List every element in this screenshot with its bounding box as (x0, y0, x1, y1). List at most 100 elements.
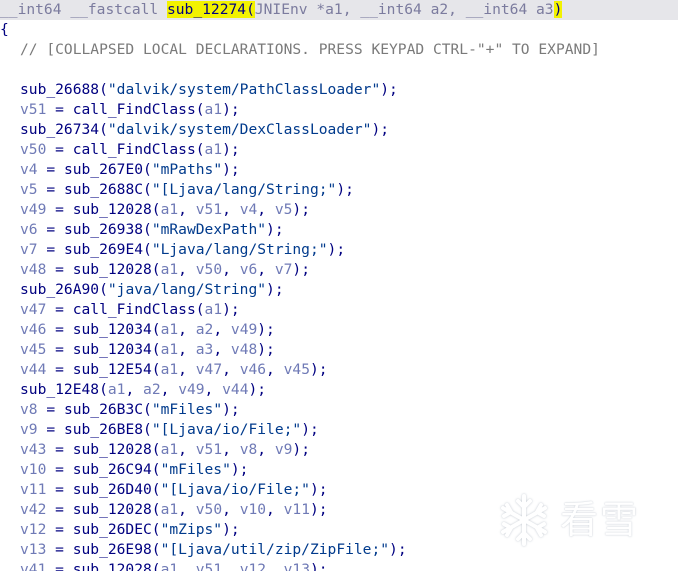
code-line[interactable]: sub_26A90("java/lang/String"); (0, 280, 284, 300)
function-call[interactable]: sub_26734 (20, 121, 99, 138)
variable[interactable]: v50 (20, 141, 46, 158)
function-call[interactable]: sub_12034 (73, 321, 152, 338)
variable[interactable]: v8 (20, 401, 38, 418)
function-call[interactable]: sub_12028 (73, 441, 152, 458)
function-name-highlighted[interactable]: sub_12274 (166, 1, 247, 18)
function-call[interactable]: sub_2688C (64, 181, 143, 198)
variable[interactable]: v11 (20, 481, 46, 498)
variable[interactable]: v11 (284, 501, 310, 518)
variable[interactable]: v4 (240, 201, 258, 218)
function-call[interactable]: call_FindClass (73, 141, 196, 158)
variable[interactable]: a3 (196, 341, 214, 358)
function-call[interactable]: sub_12028 (73, 561, 152, 571)
variable[interactable]: v44 (222, 381, 248, 398)
code-line[interactable]: v41 = sub_12028(a1, v51, v12, v13); (0, 560, 328, 571)
variable[interactable]: a1 (161, 321, 179, 338)
variable[interactable]: v51 (196, 561, 222, 571)
variable[interactable]: v46 (240, 361, 266, 378)
variable[interactable]: v5 (275, 201, 293, 218)
code-line[interactable]: v4 = sub_267E0("mPaths"); (0, 160, 240, 180)
code-line[interactable]: v10 = sub_26C94("mFiles"); (0, 460, 248, 480)
code-line[interactable]: sub_12E48(a1, a2, v49, v44); (0, 380, 266, 400)
variable[interactable]: v9 (20, 421, 38, 438)
variable[interactable]: v8 (240, 441, 258, 458)
variable[interactable]: v7 (275, 261, 293, 278)
code-line[interactable]: v8 = sub_26B3C("mFiles"); (0, 400, 240, 420)
variable[interactable]: a1 (161, 561, 179, 571)
variable[interactable]: a1 (161, 441, 179, 458)
variable[interactable]: v42 (20, 501, 46, 518)
function-params[interactable]: JNIEnv *a1, __int64 a2, __int64 a3 (255, 1, 554, 18)
code-line[interactable]: sub_26734("dalvik/system/DexClassLoader"… (0, 120, 389, 140)
code-line[interactable]: v11 = sub_26D40("[Ljava/io/File;"); (0, 480, 328, 500)
function-call[interactable]: sub_12028 (73, 201, 152, 218)
function-call[interactable]: sub_12028 (73, 501, 152, 518)
variable[interactable]: v7 (20, 241, 38, 258)
code-line[interactable]: v51 = call_FindClass(a1); (0, 100, 240, 120)
code-line[interactable]: v45 = sub_12034(a1, a3, v48); (0, 340, 275, 360)
function-call[interactable]: sub_26DEC (73, 521, 152, 538)
function-call[interactable]: sub_12E54 (73, 361, 152, 378)
code-line[interactable]: v42 = sub_12028(a1, v50, v10, v11); (0, 500, 328, 520)
variable[interactable]: a1 (161, 361, 179, 378)
code-line[interactable]: v6 = sub_26938("mRawDexPath"); (0, 220, 284, 240)
code-line[interactable]: v47 = call_FindClass(a1); (0, 300, 240, 320)
variable[interactable]: v13 (284, 561, 310, 571)
variable[interactable]: v47 (20, 301, 46, 318)
variable[interactable]: a1 (161, 501, 179, 518)
variable[interactable]: v50 (196, 261, 222, 278)
variable[interactable]: v46 (20, 321, 46, 338)
code-line[interactable]: v44 = sub_12E54(a1, v47, v46, v45); (0, 360, 328, 380)
variable[interactable]: a1 (205, 301, 223, 318)
variable[interactable]: v47 (196, 361, 222, 378)
variable[interactable]: v49 (20, 201, 46, 218)
code-line[interactable]: v7 = sub_269E4("Ljava/lang/String;"); (0, 240, 345, 260)
variable[interactable]: v51 (196, 201, 222, 218)
variable[interactable]: v13 (20, 541, 46, 558)
code-line[interactable]: v50 = call_FindClass(a1); (0, 140, 240, 160)
variable[interactable]: a2 (196, 321, 214, 338)
variable[interactable]: a1 (205, 101, 223, 118)
variable[interactable]: v45 (284, 361, 310, 378)
code-line[interactable]: v13 = sub_26E98("[Ljava/util/zip/ZipFile… (0, 540, 407, 560)
function-call[interactable]: sub_26688 (20, 81, 99, 98)
code-line[interactable]: sub_26688("dalvik/system/PathClassLoader… (0, 80, 398, 100)
code-line[interactable]: v49 = sub_12028(a1, v51, v4, v5); (0, 200, 310, 220)
variable[interactable]: a1 (161, 341, 179, 358)
variable[interactable]: a1 (108, 381, 126, 398)
function-call[interactable]: sub_12E48 (20, 381, 99, 398)
variable[interactable]: a1 (161, 261, 179, 278)
variable[interactable]: v6 (240, 261, 258, 278)
code-line[interactable]: v9 = sub_26BE8("[Ljava/io/File;"); (0, 420, 319, 440)
variable[interactable]: v51 (196, 441, 222, 458)
function-call[interactable]: call_FindClass (73, 301, 196, 318)
variable[interactable]: v48 (231, 341, 257, 358)
function-call[interactable]: sub_12034 (73, 341, 152, 358)
function-call[interactable]: call_FindClass (73, 101, 196, 118)
function-call[interactable]: sub_26B3C (64, 401, 143, 418)
variable[interactable]: v12 (20, 521, 46, 538)
variable[interactable]: v9 (275, 441, 293, 458)
variable[interactable]: a1 (161, 201, 179, 218)
variable[interactable]: v45 (20, 341, 46, 358)
variable[interactable]: v10 (20, 461, 46, 478)
variable[interactable]: v5 (20, 181, 38, 198)
variable[interactable]: v6 (20, 221, 38, 238)
function-call[interactable]: sub_26938 (64, 221, 143, 238)
variable[interactable]: v51 (20, 101, 46, 118)
code-line[interactable]: v5 = sub_2688C("[Ljava/lang/String;"); (0, 180, 354, 200)
function-call[interactable]: sub_26A90 (20, 281, 99, 298)
function-call[interactable]: sub_26C94 (73, 461, 152, 478)
variable[interactable]: v12 (240, 561, 266, 571)
variable[interactable]: v48 (20, 261, 46, 278)
variable[interactable]: a1 (205, 141, 223, 158)
function-call[interactable]: sub_26BE8 (64, 421, 143, 438)
variable[interactable]: v41 (20, 561, 46, 571)
code-line[interactable]: v46 = sub_12034(a1, a2, v49); (0, 320, 275, 340)
code-line[interactable]: v43 = sub_12028(a1, v51, v8, v9); (0, 440, 310, 460)
variable[interactable]: v43 (20, 441, 46, 458)
function-call[interactable]: sub_267E0 (64, 161, 143, 178)
variable[interactable]: v49 (231, 321, 257, 338)
variable[interactable]: a2 (143, 381, 161, 398)
function-call[interactable]: sub_12028 (73, 261, 152, 278)
